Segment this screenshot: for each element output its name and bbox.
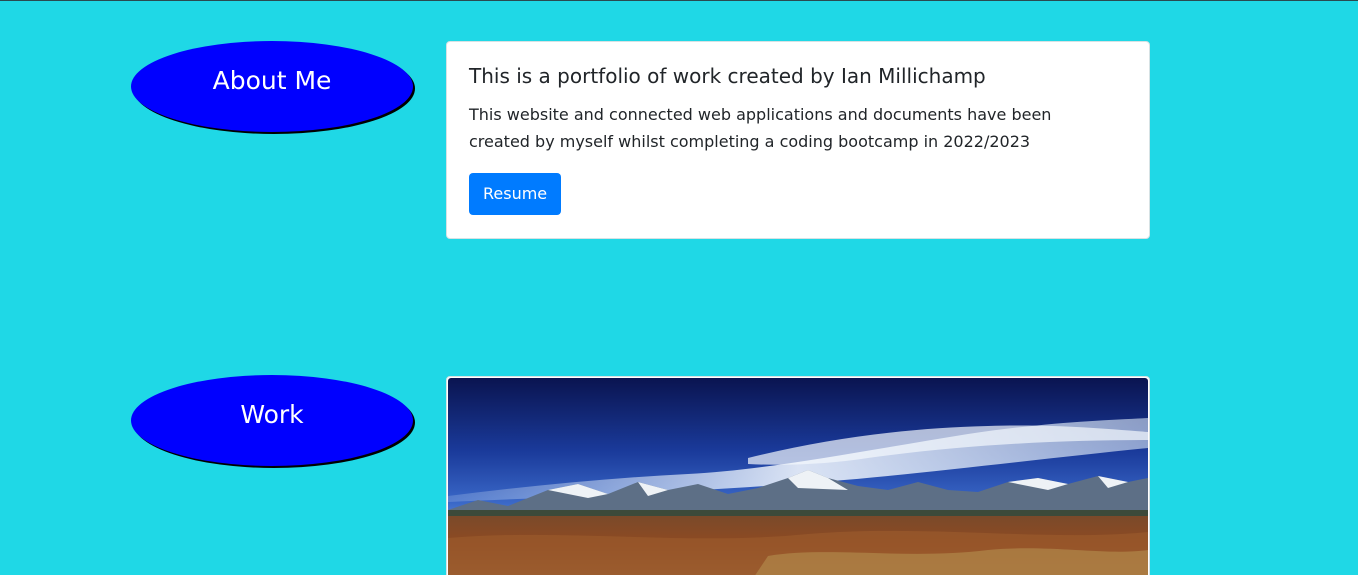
about-me-label: About Me (212, 66, 332, 95)
resume-button[interactable]: Resume (469, 173, 562, 215)
about-me-button[interactable]: About Me (131, 41, 413, 132)
work-button[interactable]: Work (131, 375, 413, 466)
mountain-landscape-image[interactable] (448, 378, 1148, 575)
about-card: This is a portfolio of work created by I… (446, 41, 1150, 239)
about-description: This website and connected web applicati… (469, 105, 1052, 151)
work-card[interactable] (446, 376, 1150, 575)
work-label: Work (240, 400, 304, 429)
about-title: This is a portfolio of work created by I… (469, 64, 986, 88)
